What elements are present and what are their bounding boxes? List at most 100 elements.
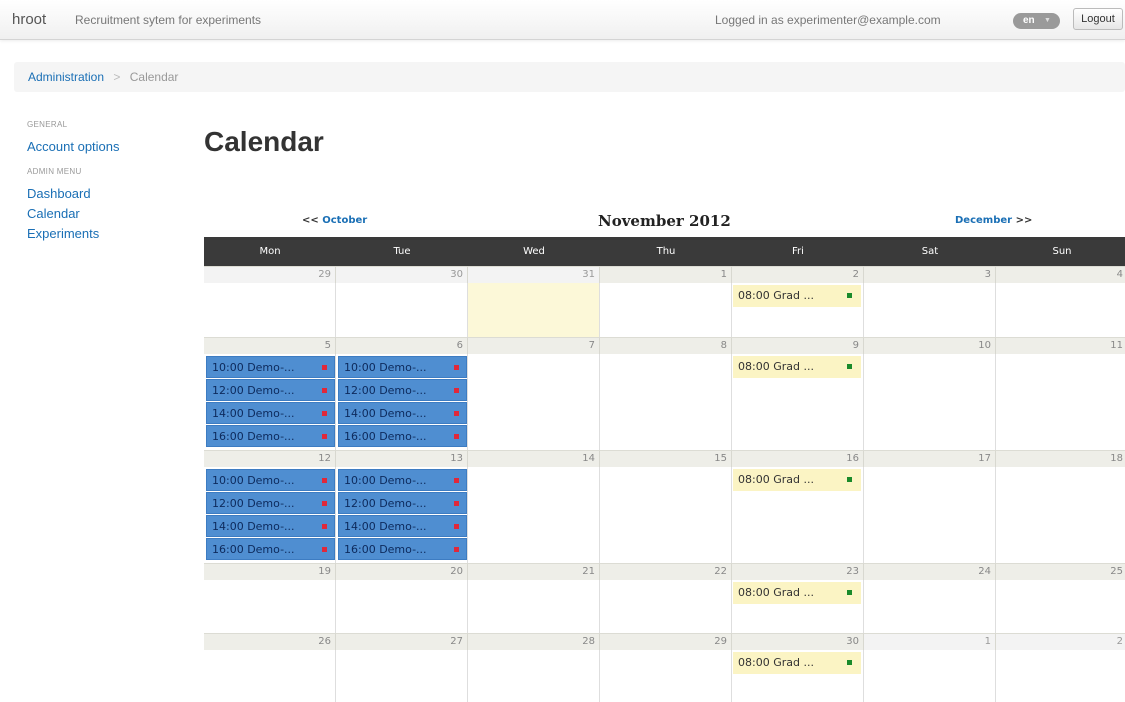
sidebar-item-experiments[interactable]: Experiments [27, 226, 187, 241]
status-dot-red-icon [322, 365, 327, 370]
day-cell[interactable] [864, 650, 996, 702]
day-cell[interactable] [600, 354, 732, 450]
day-number: 10 [864, 337, 996, 354]
calendar-event[interactable]: 14:00 Demo-... [206, 402, 335, 424]
calendar-event[interactable]: 08:00 Grad ... [733, 285, 861, 307]
day-cell[interactable] [996, 580, 1125, 633]
logout-button[interactable]: Logout [1073, 8, 1123, 30]
calendar-event[interactable]: 10:00 Demo-... [206, 469, 335, 491]
calendar-event[interactable]: 16:00 Demo-... [338, 538, 467, 560]
calendar-event[interactable]: 08:00 Grad ... [733, 356, 861, 378]
calendar-event[interactable]: 12:00 Demo-... [206, 379, 335, 401]
language-select[interactable]: en ▼ [1013, 13, 1060, 29]
calendar-event[interactable]: 08:00 Grad ... [733, 652, 861, 674]
day-cell[interactable] [864, 467, 996, 563]
day-number: 19 [204, 563, 336, 580]
day-number: 12 [204, 450, 336, 467]
event-label: 16:00 Demo-... [344, 543, 427, 556]
sidebar: GENERAL Account options ADMIN MENU Dashb… [27, 120, 187, 246]
calendar-event[interactable]: 08:00 Grad ... [733, 469, 861, 491]
day-number: 17 [864, 450, 996, 467]
day-cell[interactable] [996, 650, 1125, 702]
prev-month-link[interactable]: << October [302, 215, 367, 226]
day-cell[interactable] [468, 580, 600, 633]
sidebar-item-dashboard[interactable]: Dashboard [27, 186, 187, 201]
calendar-event[interactable]: 16:00 Demo-... [338, 425, 467, 447]
day-number: 4 [996, 266, 1125, 283]
calendar-event[interactable]: 12:00 Demo-... [206, 492, 335, 514]
calendar-event[interactable]: 10:00 Demo-... [338, 469, 467, 491]
day-cell[interactable] [864, 354, 996, 450]
status-dot-green-icon [847, 660, 852, 665]
day-cell[interactable] [336, 650, 468, 702]
calendar-event[interactable]: 10:00 Demo-... [206, 356, 335, 378]
day-cell[interactable] [996, 283, 1125, 337]
weekday-header-row: Mon Tue Wed Thu Fri Sat Sun [204, 237, 1125, 266]
day-cell[interactable] [996, 467, 1125, 563]
calendar-event[interactable]: 08:00 Grad ... [733, 582, 861, 604]
calendar-event[interactable]: 10:00 Demo-... [338, 356, 467, 378]
day-cell[interactable] [600, 283, 732, 337]
breadcrumb-administration[interactable]: Administration [28, 70, 104, 84]
day-cell[interactable] [864, 283, 996, 337]
day-cell[interactable] [204, 650, 336, 702]
calendar-week-row: 29 30 31 1 2 3 4 08:00 Grad ... [204, 266, 1125, 337]
day-cell[interactable] [204, 580, 336, 633]
sidebar-item-calendar[interactable]: Calendar [27, 206, 187, 221]
day-number: 3 [864, 266, 996, 283]
weekday-sun: Sun [1052, 246, 1072, 257]
calendar-event[interactable]: 14:00 Demo-... [338, 515, 467, 537]
day-cell[interactable] [468, 283, 600, 337]
event-label: 10:00 Demo-... [212, 474, 295, 487]
day-number: 22 [600, 563, 732, 580]
day-number: 18 [996, 450, 1125, 467]
page-title: Calendar [204, 126, 324, 157]
day-cell[interactable] [600, 580, 732, 633]
prev-arrows: << [302, 215, 319, 226]
day-number: 1 [600, 266, 732, 283]
weekday-sat: Sat [921, 246, 939, 257]
day-cell[interactable] [468, 467, 600, 563]
sidebar-item-account-options[interactable]: Account options [27, 139, 187, 154]
day-cell[interactable] [600, 467, 732, 563]
day-cell[interactable] [996, 354, 1125, 450]
calendar-event[interactable]: 14:00 Demo-... [338, 402, 467, 424]
calendar-event[interactable]: 12:00 Demo-... [338, 492, 467, 514]
day-cell[interactable] [336, 283, 468, 337]
day-number: 5 [204, 337, 336, 354]
event-label: 16:00 Demo-... [212, 430, 295, 443]
calendar-event[interactable]: 12:00 Demo-... [338, 379, 467, 401]
calendar-event[interactable]: 16:00 Demo-... [206, 425, 335, 447]
weekday-fri: Fri [792, 246, 804, 257]
brand-logo[interactable]: hroot [12, 11, 46, 28]
day-cell[interactable] [468, 650, 600, 702]
event-label: 08:00 Grad ... [738, 586, 814, 599]
day-number: 26 [204, 633, 336, 650]
next-month-link[interactable]: December >> [955, 215, 1032, 226]
event-label: 12:00 Demo-... [344, 384, 427, 397]
status-dot-red-icon [454, 478, 459, 483]
status-dot-red-icon [322, 501, 327, 506]
status-dot-red-icon [322, 547, 327, 552]
day-cell[interactable] [336, 580, 468, 633]
calendar-week-row: 5 6 7 8 9 10 11 10:00 Demo-... 12:00 Demo-... 14:… [204, 337, 1125, 450]
next-month-label: December [955, 215, 1013, 226]
day-cell[interactable] [600, 650, 732, 702]
calendar-week-row: 12 13 14 15 16 17 18 10:00 Demo-... 12:00 Demo-.… [204, 450, 1125, 563]
calendar-event[interactable]: 14:00 Demo-... [206, 515, 335, 537]
weekday-mon: Mon [259, 246, 281, 257]
day-cell[interactable] [204, 283, 336, 337]
status-dot-green-icon [847, 293, 852, 298]
day-number: 13 [336, 450, 468, 467]
day-cell[interactable] [864, 580, 996, 633]
day-number: 20 [336, 563, 468, 580]
day-cell[interactable] [468, 354, 600, 450]
day-number: 11 [996, 337, 1125, 354]
calendar-event[interactable]: 16:00 Demo-... [206, 538, 335, 560]
calendar-week-row: 26 27 28 29 30 1 2 08:00 Grad ... [204, 633, 1125, 702]
event-label: 10:00 Demo-... [212, 361, 295, 374]
prev-month-label: October [322, 215, 368, 226]
status-dot-red-icon [454, 388, 459, 393]
weekday-tue: Tue [393, 246, 411, 257]
event-label: 14:00 Demo-... [212, 520, 295, 533]
